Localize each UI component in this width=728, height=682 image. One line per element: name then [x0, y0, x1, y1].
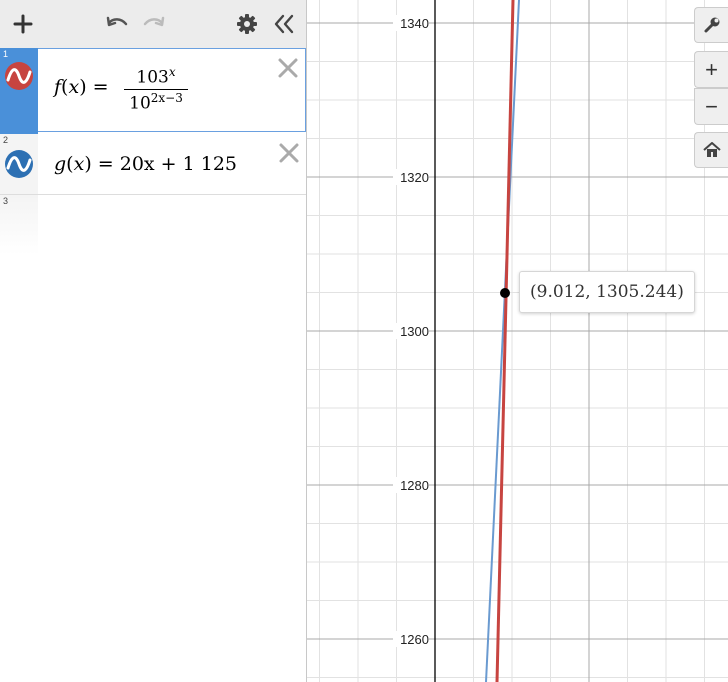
- denominator-base: 10: [129, 93, 151, 114]
- fraction-bar: [124, 88, 188, 90]
- y-tick-label: 1320: [400, 170, 429, 185]
- denominator-exponent: 2x−3: [150, 90, 183, 105]
- expression-toolbar: [0, 0, 306, 49]
- y-tick-labels: 1340 1320 1300 1280 1260: [393, 15, 429, 647]
- fraction-denominator: 102x−3: [124, 91, 188, 114]
- expression-index: 1: [3, 49, 9, 59]
- expression-gutter: 3: [0, 195, 38, 255]
- curve-f: [495, 0, 515, 682]
- function-lhs: f(x) =: [54, 76, 109, 98]
- curve-g: [485, 0, 520, 682]
- zoom-out-button[interactable]: −: [694, 88, 728, 125]
- graph-canvas[interactable]: 1340 1320 1300 1280 1260: [307, 0, 728, 682]
- redo-icon[interactable]: [140, 9, 168, 39]
- expression-index: 2: [3, 135, 9, 145]
- home-icon[interactable]: [694, 132, 728, 168]
- numerator-base: 103: [136, 67, 169, 88]
- fraction: 103x 102x−3: [124, 65, 188, 113]
- wave-icon[interactable]: [4, 61, 34, 91]
- expression-row-empty[interactable]: 3: [0, 195, 306, 255]
- expression-gutter: 2: [0, 134, 38, 194]
- function-name: f: [54, 76, 62, 98]
- intersection-point[interactable]: [500, 288, 510, 298]
- expression-input[interactable]: f(x) = 103x 102x−3: [38, 48, 306, 132]
- function-variable: x: [68, 76, 80, 98]
- y-tick-label: 1280: [400, 478, 429, 493]
- expression-input[interactable]: g(x) = 20x + 1 125: [54, 153, 237, 175]
- point-coordinates: (9.012, 1305.244): [530, 282, 684, 302]
- function-name: g: [54, 153, 67, 175]
- numerator-exponent: x: [168, 65, 176, 79]
- wrench-icon[interactable]: [694, 7, 728, 43]
- expression-panel: 1 f(x) = 103x 102x−3 2 g(x) = 20x + 1 12…: [0, 0, 307, 682]
- y-tick-label: 1300: [400, 324, 429, 339]
- expression-row[interactable]: 2 g(x) = 20x + 1 125: [0, 134, 306, 195]
- plus-icon[interactable]: [10, 9, 36, 39]
- major-grid: [307, 0, 728, 682]
- fraction-numerator: 103x: [124, 65, 188, 88]
- gear-icon[interactable]: [234, 9, 260, 39]
- y-tick-label: 1260: [400, 632, 429, 647]
- expression-gutter: 1: [0, 48, 38, 134]
- graph-svg[interactable]: 1340 1320 1300 1280 1260: [307, 0, 728, 682]
- function-variable: x: [73, 153, 85, 175]
- expression-index: 3: [3, 196, 9, 206]
- double-chevron-left-icon[interactable]: [270, 9, 298, 39]
- function-rhs: 20x + 1 125: [119, 153, 238, 175]
- undo-icon[interactable]: [103, 9, 131, 39]
- zoom-in-button[interactable]: +: [694, 51, 728, 88]
- y-tick-label: 1340: [400, 16, 429, 31]
- expression-row[interactable]: 1 f(x) = 103x 102x−3: [0, 48, 306, 134]
- close-icon[interactable]: [277, 57, 299, 79]
- close-icon[interactable]: [278, 142, 300, 164]
- minor-grid: [307, 0, 728, 682]
- point-label: (9.012, 1305.244): [519, 271, 695, 313]
- wave-icon[interactable]: [4, 149, 34, 179]
